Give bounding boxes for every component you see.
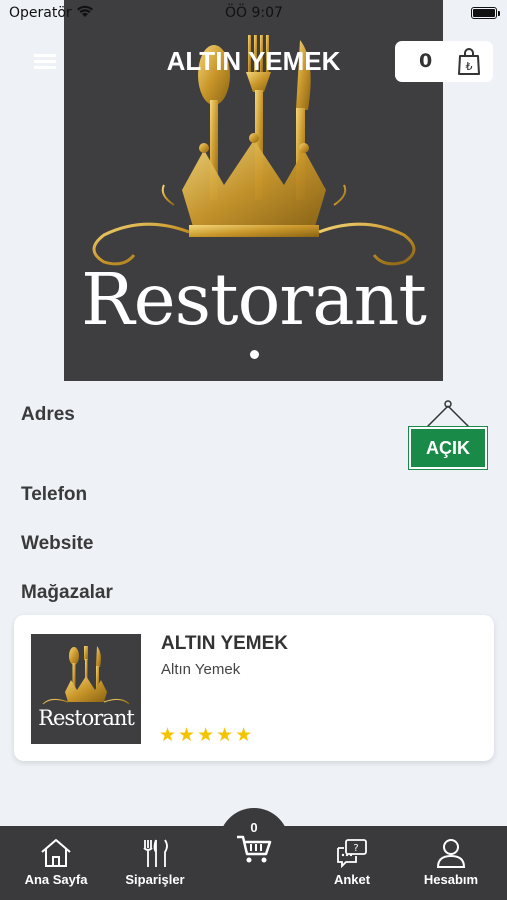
store-subtitle: Altın Yemek [161, 661, 241, 678]
website-label[interactable]: Website [21, 533, 94, 555]
tab-home-label: Ana Sayfa [24, 872, 88, 887]
store-card[interactable]: Restorant ALTIN YEMEK Altın Yemek ★★★★★ [14, 615, 494, 761]
wifi-icon [76, 4, 94, 22]
svg-text:?: ? [353, 843, 358, 854]
crown-cutlery-logo-small [42, 646, 130, 705]
store-name: ALTIN YEMEK [161, 633, 289, 654]
cart-button[interactable]: 0 ₺ [395, 41, 493, 82]
stores-label: Mağazalar [21, 582, 113, 603]
phone-label[interactable]: Telefon [21, 484, 87, 506]
store-thumbnail-text: Restorant [38, 706, 135, 730]
status-badge: AÇIK [408, 426, 488, 470]
center-cart-count: 0 [250, 820, 258, 835]
carrier-label: Operatör [9, 5, 72, 21]
tab-orders[interactable]: Siparişler [110, 826, 200, 900]
home-icon [41, 839, 71, 867]
tab-account-label: Hesabım [423, 872, 479, 887]
center-cart-button[interactable]: 0 [219, 808, 289, 878]
cutlery-icon [143, 839, 168, 867]
tab-home[interactable]: Ana Sayfa [11, 826, 101, 900]
shopping-bag-lira-icon: ₺ [457, 48, 481, 80]
tab-survey-label: Anket [333, 872, 371, 887]
store-thumbnail: Restorant [31, 634, 141, 744]
hero-logo-text: Restorant [81, 258, 427, 341]
sign-hanger-icon [425, 400, 471, 429]
open-status-sign: AÇIK [408, 400, 488, 470]
tab-survey[interactable]: ? Anket [307, 826, 397, 900]
carousel-page-indicator[interactable] [250, 350, 259, 359]
clock-label: ÖÖ 9:07 [225, 5, 283, 21]
battery-icon [471, 7, 500, 19]
survey-chat-icon: ? [337, 839, 367, 868]
user-icon [436, 839, 466, 868]
shopping-cart-icon [237, 835, 272, 863]
star-rating: ★★★★★ [159, 724, 255, 746]
svg-text:₺: ₺ [466, 60, 473, 73]
tab-orders-label: Siparişler [125, 872, 185, 887]
tab-account[interactable]: Hesabım [406, 826, 496, 900]
status-bar: Operatör ÖÖ 9:07 [0, 0, 507, 26]
cart-count: 0 [419, 50, 433, 72]
address-label[interactable]: Adres [21, 404, 75, 426]
